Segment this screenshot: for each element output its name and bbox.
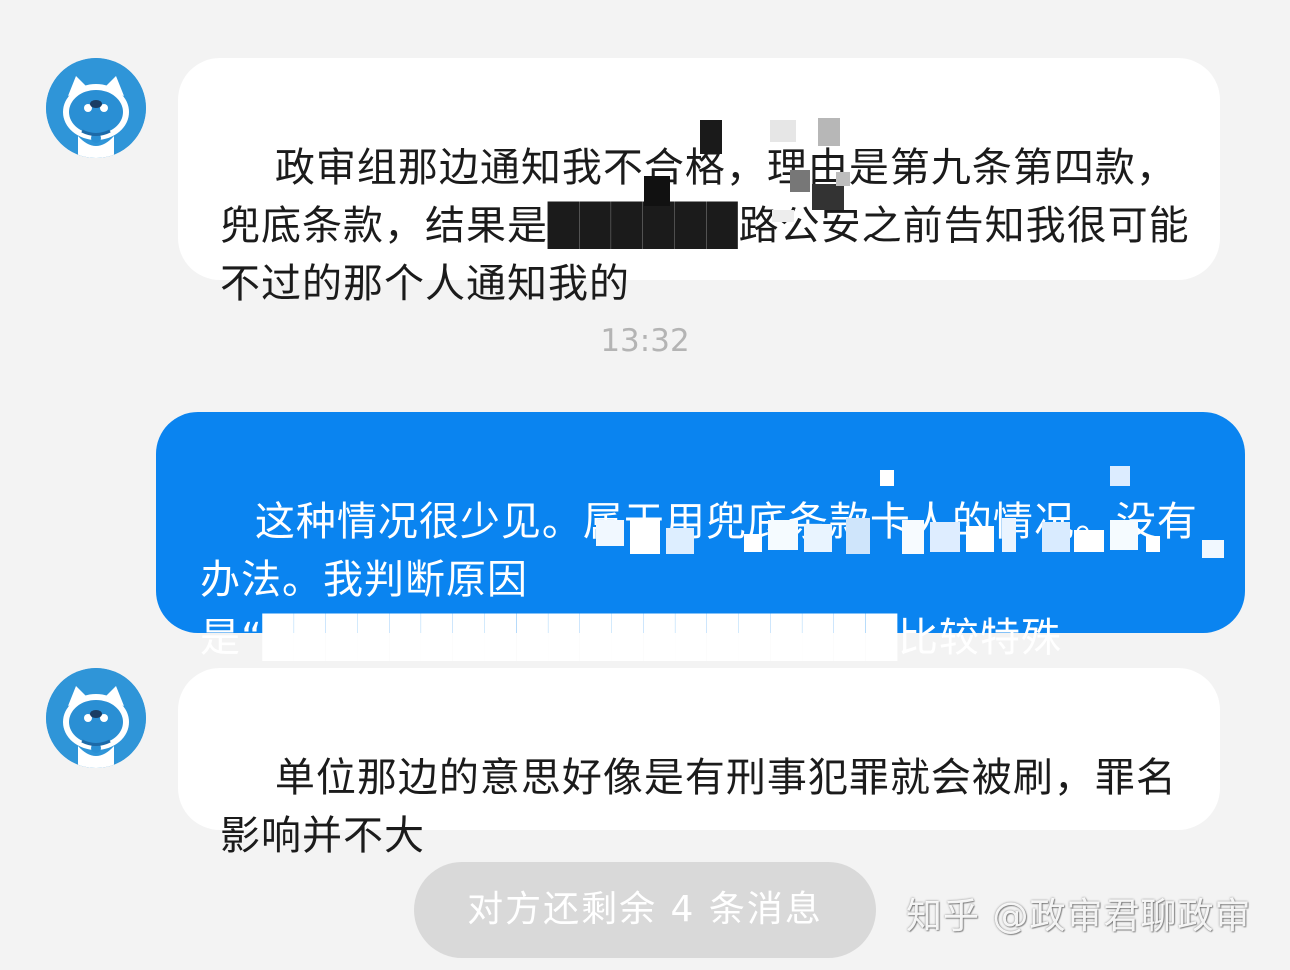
timestamp: 13:32 xyxy=(600,323,690,359)
redaction-pixelation xyxy=(644,90,860,232)
remaining-messages-indicator[interactable]: 对方还剩余 4 条消息 xyxy=(414,862,876,958)
chat-window: 政审组那边通知我不合格，理由是第九条第四款，兜底条款，结果是██████路公安之… xyxy=(0,0,1290,970)
avatar[interactable] xyxy=(46,668,146,768)
watermark: 知乎 @政审君聊政审 xyxy=(906,896,1252,937)
bear-mascot-icon xyxy=(46,58,146,158)
redaction-pixelation xyxy=(590,460,1230,570)
message-bubble[interactable]: 政审组那边通知我不合格，理由是第九条第四款，兜底条款，结果是██████路公安之… xyxy=(178,58,1220,307)
avatar[interactable] xyxy=(46,58,146,158)
message-text: 单位那边的意思好像是有刑事犯罪就会被刷，罪名影响并不大 xyxy=(220,755,1177,859)
message-bubble[interactable]: 单位那边的意思好像是有刑事犯罪就会被刷，罪名影响并不大 xyxy=(178,668,1220,859)
bear-mascot-icon xyxy=(46,668,146,768)
